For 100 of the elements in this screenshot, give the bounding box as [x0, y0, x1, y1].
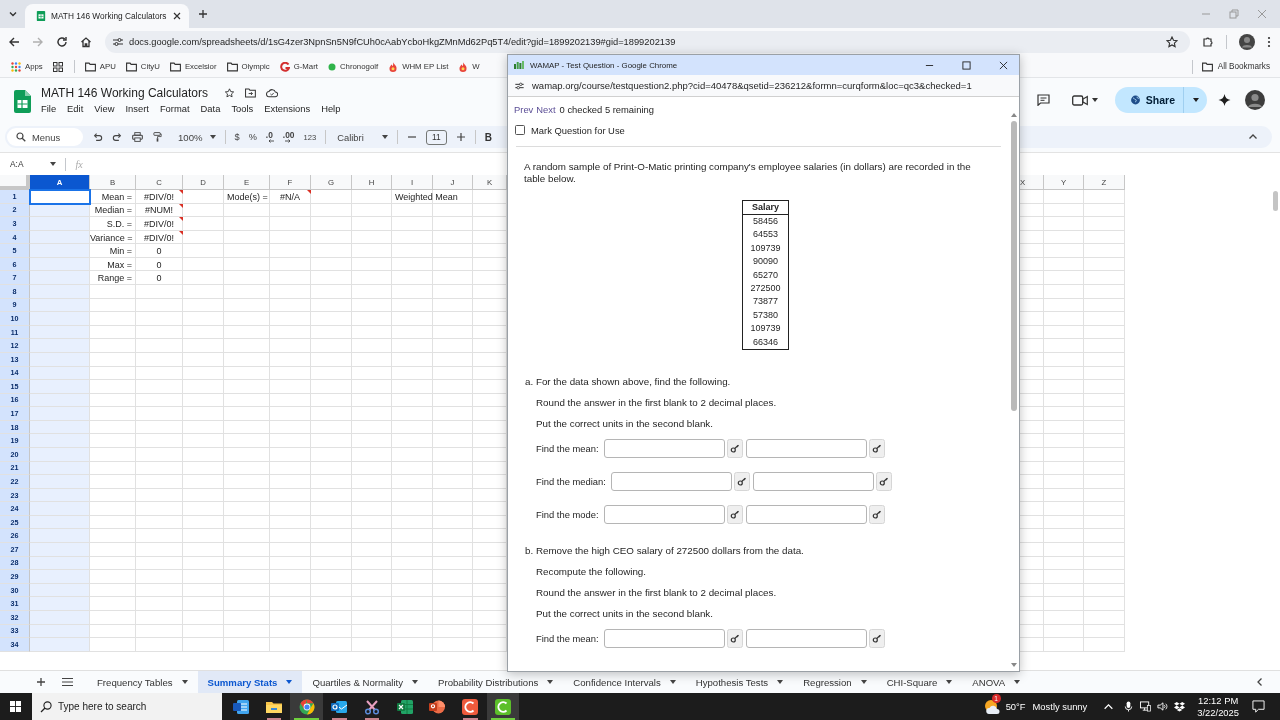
- undo-icon[interactable]: [92, 132, 103, 142]
- reload-icon[interactable]: [56, 36, 68, 48]
- caret-down-icon[interactable]: [946, 680, 953, 684]
- caret-down-icon[interactable]: [1091, 98, 1098, 102]
- menu-item[interactable]: Help: [315, 101, 346, 115]
- avatar-icon[interactable]: [1245, 90, 1265, 110]
- scrollbar-thumb[interactable]: [1011, 121, 1017, 411]
- font-dropdown[interactable]: Calibri: [335, 131, 388, 143]
- address-bar[interactable]: docs.google.com/spreadsheets/d/1sG4zer3NpnSn5N9fCUh0cAabYcboHkgZMnMd62Pq5T4/edit?gid=1899202139#gid=1899202139: [105, 31, 1190, 53]
- sheet-tab[interactable]: Frequency Tables: [87, 670, 198, 694]
- menu-item[interactable]: Data: [195, 101, 226, 115]
- key-icon[interactable]: [868, 628, 885, 648]
- plus-icon[interactable]: [455, 132, 466, 142]
- folder-icon[interactable]: [84, 61, 96, 72]
- plus-icon[interactable]: [36, 677, 46, 687]
- box-icon[interactable]: [1174, 701, 1186, 712]
- scroll-up-icon[interactable]: [1011, 113, 1017, 117]
- document-title[interactable]: MATH 146 Working Calculators: [41, 85, 208, 100]
- key-icon[interactable]: [868, 504, 885, 524]
- clock-date[interactable]: 3/22/2025: [1197, 706, 1239, 719]
- back-arrow-icon[interactable]: [8, 36, 20, 48]
- folder-icon[interactable]: [125, 61, 137, 72]
- folder-icon[interactable]: [226, 61, 238, 72]
- currency-button[interactable]: $: [234, 132, 240, 142]
- address-bar[interactable]: wamap.org/course/testquestion2.php?cid=40478&qsetid=236212&formn=curqform&loc=qc3&checked=1: [508, 75, 1019, 97]
- answer-field[interactable]: [752, 471, 874, 491]
- caret-down-icon[interactable]: [777, 680, 784, 684]
- chevron-left-icon[interactable]: [1255, 677, 1265, 687]
- bold-button[interactable]: B: [484, 131, 492, 143]
- increase-decimals-button[interactable]: .00: [282, 131, 295, 143]
- sheet-tab[interactable]: Regression: [793, 670, 877, 694]
- clock-time[interactable]: 12:12 PM: [1198, 694, 1239, 707]
- menu-item[interactable]: Insert: [119, 101, 155, 115]
- avatar-icon[interactable]: [1239, 34, 1255, 50]
- microphone-icon[interactable]: [1123, 701, 1135, 712]
- nav-link[interactable]: Prev: [514, 103, 534, 115]
- share-menu-button[interactable]: [1183, 87, 1207, 113]
- caret-down-icon[interactable]: [412, 680, 419, 684]
- answer-field[interactable]: [610, 471, 732, 491]
- taskbar-app-button[interactable]: [486, 693, 520, 720]
- menu-item[interactable]: View: [88, 101, 120, 115]
- more-icon[interactable]: [1267, 36, 1271, 48]
- percent-button[interactable]: %: [248, 132, 257, 142]
- caret-down-icon[interactable]: [1014, 680, 1021, 684]
- cloud-icon[interactable]: [265, 86, 278, 99]
- scroll-down-icon[interactable]: [1011, 663, 1017, 667]
- folder-icon[interactable]: [169, 61, 181, 72]
- answer-field[interactable]: [603, 504, 725, 524]
- caret-down-icon[interactable]: [8, 9, 18, 19]
- font-size-field[interactable]: 11: [425, 129, 447, 145]
- sun-cloud-icon[interactable]: [982, 698, 1001, 715]
- comment-icon[interactable]: [1036, 94, 1050, 106]
- answer-field[interactable]: [603, 438, 725, 458]
- weather-condition-text[interactable]: Mostly sunny: [1032, 701, 1088, 712]
- sheet-tab[interactable]: Probability Distributions: [428, 670, 564, 694]
- sparkle-icon[interactable]: [1218, 94, 1231, 106]
- key-icon[interactable]: [726, 438, 743, 458]
- sheet-tab[interactable]: Quartiles & Normality: [302, 670, 429, 694]
- video-camera-icon[interactable]: [1071, 94, 1088, 106]
- speaker-icon[interactable]: [1157, 701, 1169, 712]
- spreadsheet-logo-icon[interactable]: [14, 89, 31, 113]
- maximize-icon[interactable]: [962, 60, 971, 70]
- tune-icon[interactable]: [112, 36, 124, 48]
- taskbar-app-button[interactable]: [290, 693, 324, 720]
- caret-down-icon[interactable]: [286, 680, 293, 684]
- caret-down-icon[interactable]: [860, 680, 867, 684]
- tune-icon[interactable]: [514, 80, 525, 91]
- checkbox-label[interactable]: Mark Question for Use: [531, 124, 625, 136]
- sheet-tab[interactable]: CHI-Square: [876, 670, 963, 694]
- search-field[interactable]: Type here to search: [32, 693, 222, 720]
- sheet-tab[interactable]: Hypothesis Tests: [685, 670, 794, 694]
- decrease-decimals-button[interactable]: .0: [265, 131, 274, 143]
- answer-field[interactable]: [603, 628, 725, 648]
- star-icon[interactable]: [1166, 36, 1178, 48]
- temperature-text[interactable]: 50°F: [1005, 701, 1026, 712]
- caret-down-icon[interactable]: [669, 680, 676, 684]
- folder-icon[interactable]: [1201, 61, 1213, 72]
- apps-grid-icon[interactable]: [11, 61, 21, 72]
- plus-icon[interactable]: [198, 9, 209, 19]
- puzzle-icon[interactable]: [1202, 36, 1214, 48]
- sheet-tab[interactable]: Confidence Intervals: [563, 670, 686, 694]
- key-icon[interactable]: [726, 628, 743, 648]
- caret-down-icon[interactable]: [547, 680, 554, 684]
- printer-icon[interactable]: [132, 132, 143, 142]
- close-icon[interactable]: [999, 60, 1008, 70]
- flame-icon[interactable]: [388, 61, 399, 72]
- close-icon[interactable]: [173, 12, 182, 20]
- answer-field[interactable]: [745, 628, 867, 648]
- windows-logo-icon[interactable]: [10, 701, 21, 712]
- folder-arrow-icon[interactable]: [244, 87, 256, 98]
- menu-item[interactable]: Tools: [225, 101, 259, 115]
- notification-icon[interactable]: [1252, 700, 1265, 713]
- home-icon[interactable]: [80, 36, 92, 48]
- dot-icon[interactable]: [327, 62, 336, 71]
- key-icon[interactable]: [726, 504, 743, 524]
- menu-item[interactable]: Edit: [61, 101, 89, 115]
- scrollbar-thumb[interactable]: [1273, 191, 1278, 211]
- network-icon[interactable]: [1140, 701, 1152, 712]
- answer-field[interactable]: [745, 438, 867, 458]
- menu-item[interactable]: Extensions: [258, 101, 316, 115]
